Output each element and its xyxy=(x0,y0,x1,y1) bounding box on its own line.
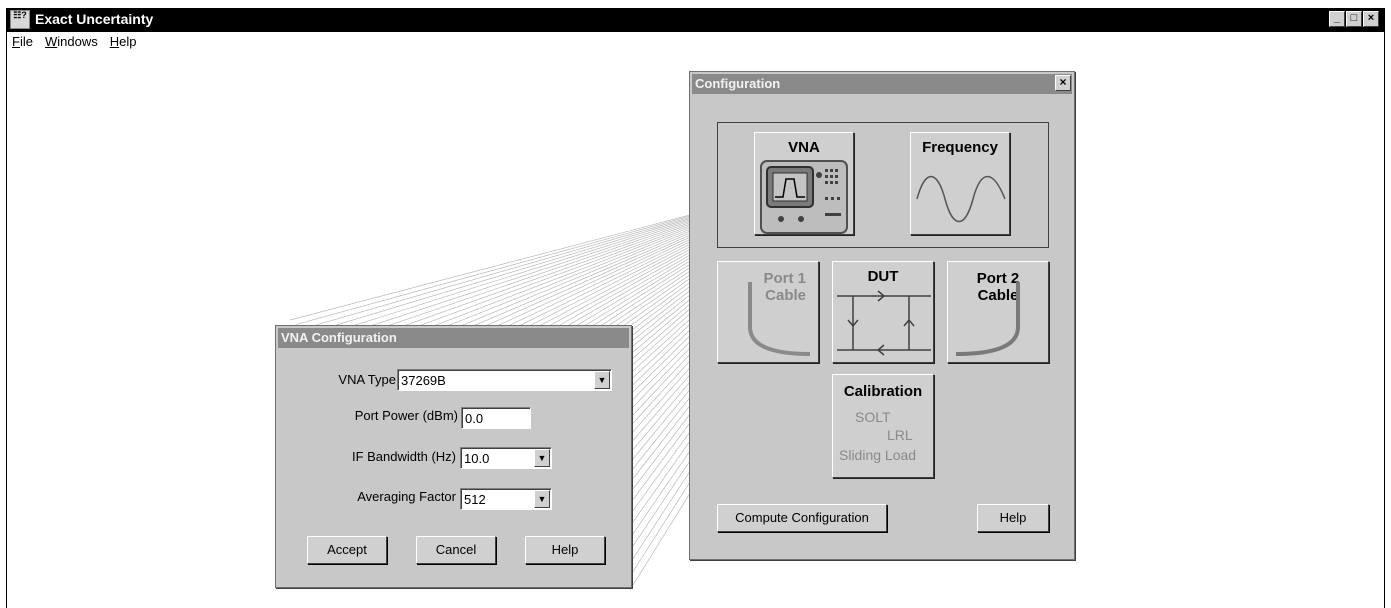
app-icon[interactable]: ☷? xyxy=(10,10,30,29)
window-controls: _ □ × xyxy=(1329,11,1379,27)
frequency-tile-label: Frequency xyxy=(922,139,998,156)
chevron-down-icon[interactable]: ▼ xyxy=(594,371,610,389)
menu-help[interactable]: Help xyxy=(110,34,137,52)
vna-tile[interactable]: VNA xyxy=(754,132,854,235)
accept-button[interactable]: Accept xyxy=(307,536,387,564)
configuration-title: Configuration xyxy=(695,76,781,91)
app-titlebar[interactable]: ☷? Exact Uncertainty _ □ × xyxy=(6,8,1385,32)
zoom-ray xyxy=(318,216,704,344)
chevron-down-icon[interactable]: ▼ xyxy=(534,490,550,508)
port-power-value: 0.0 xyxy=(465,411,484,426)
vna-tile-label: VNA xyxy=(788,139,820,156)
close-button[interactable]: × xyxy=(1363,11,1379,27)
vna-configuration-dialog: VNA Configuration VNA Type 37269B ▼ Port… xyxy=(275,325,632,588)
minimize-button[interactable]: _ xyxy=(1329,11,1345,27)
if-bandwidth-value: 10.0 xyxy=(464,451,490,466)
configuration-help-button[interactable]: Help xyxy=(977,504,1049,532)
vna-help-button[interactable]: Help xyxy=(525,536,605,564)
vna-instrument-icon xyxy=(760,160,848,234)
sine-wave-icon xyxy=(916,176,1006,222)
if-bandwidth-label: IF Bandwidth (Hz) xyxy=(351,449,456,464)
maximize-button[interactable]: □ xyxy=(1346,11,1362,27)
zoom-ray xyxy=(295,215,693,325)
frequency-tile[interactable]: Frequency xyxy=(910,132,1010,235)
chevron-down-icon[interactable]: ▼ xyxy=(534,449,550,467)
dut-tile-label: DUT xyxy=(867,268,899,285)
cable-icon xyxy=(748,282,811,356)
calibration-tile[interactable]: Calibration SOLT LRL Sliding Load xyxy=(832,374,934,478)
vna-type-label: VNA Type xyxy=(338,372,396,387)
calibration-option-solt: SOLT xyxy=(855,409,891,425)
configuration-close-button[interactable]: × xyxy=(1055,75,1071,91)
vna-type-select[interactable]: 37269B ▼ xyxy=(397,369,612,391)
vna-configuration-title: VNA Configuration xyxy=(281,330,397,345)
port-power-label: Port Power (dBm) xyxy=(354,408,458,423)
menu-windows[interactable]: Windows xyxy=(45,34,98,52)
averaging-factor-select[interactable]: 512 ▼ xyxy=(460,488,552,510)
dut-signal-flow-icon xyxy=(837,290,931,356)
calibration-tile-label: Calibration xyxy=(843,383,923,400)
averaging-factor-label: Averaging Factor xyxy=(357,489,456,504)
compute-configuration-button[interactable]: Compute Configuration xyxy=(717,504,887,532)
cancel-button[interactable]: Cancel xyxy=(416,536,496,564)
averaging-factor-value: 512 xyxy=(464,492,486,507)
zoom-ray xyxy=(301,215,696,330)
calibration-option-lrl: LRL xyxy=(887,427,913,443)
cable-icon xyxy=(955,282,1020,356)
port2-cable-tile[interactable]: Port 2 Cable xyxy=(947,261,1049,363)
calibration-option-sliding-load: Sliding Load xyxy=(839,447,917,463)
configuration-titlebar[interactable]: Configuration xyxy=(692,74,1072,94)
zoom-ray xyxy=(312,216,701,339)
zoom-ray xyxy=(289,214,691,321)
menubar: File Windows Help xyxy=(6,34,136,52)
configuration-window: Configuration × VNA Frequency Port 1 Cab… xyxy=(689,71,1075,560)
menu-file[interactable]: File xyxy=(12,34,33,52)
port-power-input[interactable]: 0.0 xyxy=(461,407,531,429)
vna-type-value: 37269B xyxy=(401,373,446,388)
app-title: Exact Uncertainty xyxy=(35,11,154,27)
vna-configuration-titlebar[interactable]: VNA Configuration xyxy=(278,328,629,348)
if-bandwidth-select[interactable]: 10.0 ▼ xyxy=(460,447,552,469)
zoom-ray xyxy=(307,215,699,335)
dut-tile[interactable]: DUT xyxy=(832,261,934,363)
port1-cable-tile[interactable]: Port 1 Cable xyxy=(717,261,819,363)
